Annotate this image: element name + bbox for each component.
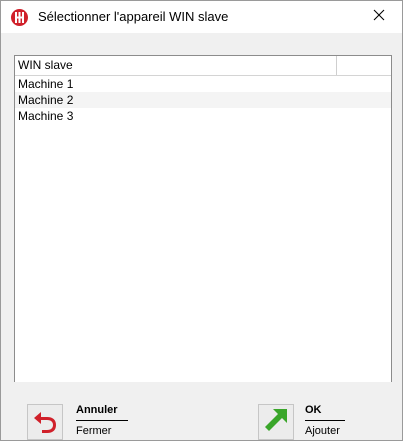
window-title: Sélectionner l'appareil WIN slave — [38, 9, 229, 24]
ok-sublabel: Ajouter — [305, 425, 340, 437]
close-icon — [373, 8, 385, 26]
ok-divider — [305, 420, 345, 421]
list-item[interactable]: Machine 3 — [15, 108, 391, 124]
close-button[interactable] — [356, 1, 402, 33]
undo-arrow-icon — [31, 406, 59, 439]
cancel-button[interactable] — [27, 404, 63, 440]
ok-label[interactable]: OK — [305, 404, 322, 416]
cancel-label[interactable]: Annuler — [76, 404, 118, 416]
app-logo-icon — [10, 8, 29, 27]
column-header-win-slave[interactable]: WIN slave — [15, 56, 337, 75]
list-rows: Machine 1 Machine 2 Machine 3 — [15, 76, 391, 124]
title-bar: Sélectionner l'appareil WIN slave — [1, 1, 402, 33]
footer-bar: Annuler Fermer OK Ajouter — [1, 382, 402, 440]
device-list[interactable]: WIN slave Machine 1 Machine 2 Machine 3 — [14, 55, 392, 383]
list-item[interactable]: Machine 2 — [15, 92, 391, 108]
cancel-sublabel: Fermer — [76, 425, 112, 437]
column-header-empty[interactable] — [337, 56, 391, 75]
dialog-window: Sélectionner l'appareil WIN slave WIN sl… — [0, 0, 403, 441]
green-arrow-icon — [262, 406, 290, 439]
ok-button[interactable] — [258, 404, 294, 440]
list-item[interactable]: Machine 1 — [15, 76, 391, 92]
list-header: WIN slave — [15, 56, 391, 76]
cancel-divider — [76, 420, 128, 421]
